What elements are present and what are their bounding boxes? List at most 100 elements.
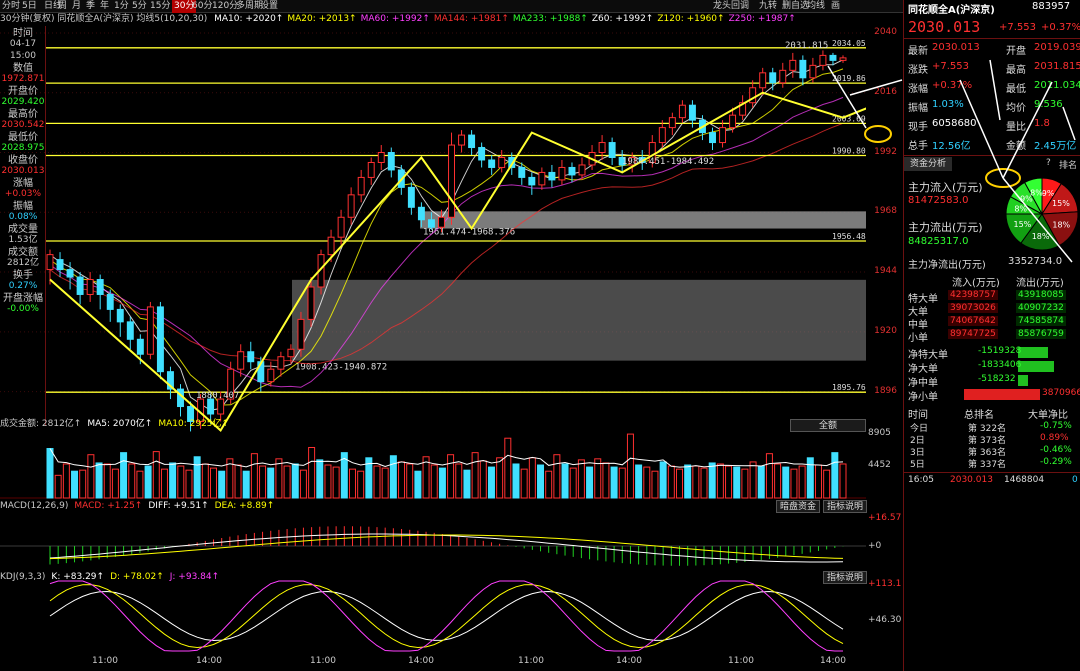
net-flow-value: -1833406 xyxy=(978,360,1022,370)
kdj-chart xyxy=(49,580,844,652)
candle-body xyxy=(367,161,375,178)
tab-ranking[interactable]: 排名 xyxy=(1059,158,1077,171)
period-tab[interactable]: 60分 xyxy=(192,0,212,13)
candle-body xyxy=(116,308,124,323)
toolbar-action[interactable]: 龙头回调 xyxy=(713,0,749,13)
net-row-label: 净小单 xyxy=(908,392,938,403)
main-outflow-value: 84825317.0 xyxy=(908,236,969,247)
main-inflow-label: 主力流入(万元) xyxy=(908,181,983,194)
rank-ratio: -0.75% xyxy=(1040,421,1072,431)
dark-pool-button[interactable]: 暗盘资金 xyxy=(776,500,821,513)
price-change: +7.553 xyxy=(999,22,1037,33)
price-tick: 2040 xyxy=(874,26,897,37)
kdj-legend-item: J: +93.84↑ xyxy=(169,572,220,582)
volume-bar xyxy=(733,466,741,499)
candle-body xyxy=(608,142,616,158)
volume-bar xyxy=(741,468,749,499)
toolbar-action[interactable]: 均线 xyxy=(807,0,825,13)
volume-bar xyxy=(716,463,724,499)
candle-body xyxy=(568,166,576,176)
tick-price: 2030.013 xyxy=(950,475,993,485)
level-label: 2019.860 xyxy=(832,74,866,83)
ma-legend-item: MA233: +1988↑ xyxy=(512,14,588,24)
volume-bar xyxy=(128,463,136,499)
volume-bar xyxy=(675,468,683,499)
volume-bar xyxy=(749,461,757,499)
toolbar-action[interactable]: 九转 xyxy=(759,0,777,13)
volume-bar xyxy=(725,465,733,499)
fund-pie-chart: 9%15%18%18%15%8%9%8% xyxy=(1005,177,1079,251)
volume-bar xyxy=(144,465,152,499)
volume-bar xyxy=(160,468,168,499)
help-icon[interactable]: ? xyxy=(1046,158,1051,168)
tab-fund-analysis[interactable]: 资金分析 xyxy=(904,157,952,171)
ma-legend-item: MA10: +2020↑ xyxy=(214,14,284,24)
candle-body xyxy=(337,216,345,238)
volume-bar xyxy=(782,466,790,499)
period-tab[interactable]: 季 xyxy=(86,0,95,13)
macd-legend-item: MACD(12,26,9) xyxy=(0,501,69,511)
candle-body xyxy=(809,64,817,79)
macd-legend-item: MACD: +1.25↑ xyxy=(74,501,143,511)
time-tick: 14:00 xyxy=(616,656,642,666)
ma-legend-item: MA20: +2013↑ xyxy=(287,14,357,24)
volume-bar xyxy=(487,466,495,499)
rank-ratio: -0.46% xyxy=(1040,445,1072,455)
flow-in-value: 42398757 xyxy=(948,290,998,300)
tick-volume: 1468804 xyxy=(1004,475,1045,485)
price-tick: 1992 xyxy=(874,146,897,157)
quote-value: +7.553 xyxy=(932,61,970,72)
volume-bar xyxy=(152,451,160,499)
price-tick: 2016 xyxy=(874,86,897,97)
flow-in-value: 39073026 xyxy=(948,303,998,313)
volume-bar xyxy=(577,459,585,499)
net-flow-bar xyxy=(964,389,1040,400)
volume-bar xyxy=(103,463,111,499)
toolbar-action[interactable]: 删自选 xyxy=(782,0,809,13)
volume-bar xyxy=(774,463,782,499)
volume-bar xyxy=(357,470,365,499)
period-tab[interactable]: 设置 xyxy=(260,0,278,13)
candle-body xyxy=(377,152,385,163)
volume-mode-select[interactable]: 全额 xyxy=(790,419,866,432)
candle-body xyxy=(66,269,74,278)
period-tab[interactable]: 15分 xyxy=(150,0,170,13)
toolbar-action[interactable]: 画 xyxy=(831,0,840,13)
period-tab[interactable]: 月 xyxy=(72,0,81,13)
quote-value: 6058680 xyxy=(932,118,977,129)
time-tick: 11:00 xyxy=(92,656,118,666)
quote-panel: 同花顺全A(沪深京) 883957 2030.013 +7.553 +0.37%… xyxy=(903,0,1080,671)
period-tab[interactable]: 5分 xyxy=(132,0,147,13)
candle-body xyxy=(357,176,365,196)
period-tab[interactable]: 分时 xyxy=(2,0,20,13)
period-tab[interactable]: 120分 xyxy=(212,0,238,13)
candle-body xyxy=(678,104,686,119)
volume-bar xyxy=(765,453,773,499)
volume-bar xyxy=(798,465,806,499)
period-tab[interactable]: 1分 xyxy=(114,0,129,13)
pie-slice-label: 15% xyxy=(1052,199,1070,208)
period-tab[interactable]: 5日 xyxy=(22,0,37,13)
volume-bar xyxy=(586,466,594,499)
period-tab[interactable]: 年 xyxy=(100,0,109,13)
kdj-help-button[interactable]: 指标说明 xyxy=(823,571,868,584)
volume-bar xyxy=(267,467,275,499)
quote-label: 金额 xyxy=(1006,141,1026,152)
candle-body xyxy=(407,186,415,208)
volume-bar xyxy=(561,463,569,499)
volume-bar xyxy=(242,470,250,499)
price-change-pct: +0.37% xyxy=(1041,22,1080,33)
volume-bar xyxy=(210,467,218,499)
period-tab[interactable]: 多周期 xyxy=(236,0,263,13)
quote-label: 涨幅 xyxy=(908,84,928,95)
ma-legend: 30分钟(复权) 同花顺全A(沪深京) 均线5(10,20,30) MA10: … xyxy=(0,13,903,26)
rank-period: 5日 xyxy=(910,460,925,470)
volume-bar xyxy=(234,464,242,499)
flow-header: 流出(万元) xyxy=(1016,278,1064,289)
volume-bar xyxy=(831,452,839,499)
candle-body xyxy=(297,318,305,350)
macd-help-button[interactable]: 指标说明 xyxy=(823,500,868,513)
candle-body xyxy=(126,321,134,340)
period-tab[interactable]: 周 xyxy=(58,0,67,13)
quote-label: 最新 xyxy=(908,46,928,57)
